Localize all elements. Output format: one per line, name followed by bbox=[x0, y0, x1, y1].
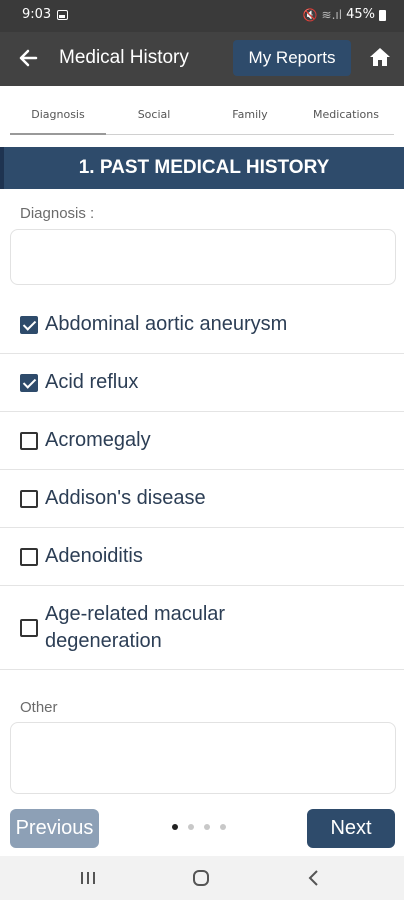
app-bar: Medical History My Reports bbox=[0, 32, 404, 86]
page-dot bbox=[220, 824, 226, 830]
tab-medications[interactable]: Medications bbox=[298, 98, 394, 134]
checklist-item-label: Age-related macular degeneration bbox=[45, 603, 226, 652]
checklist-item-label: Acromegaly bbox=[45, 429, 151, 451]
page-dot-active bbox=[172, 824, 178, 830]
checkbox-checked-icon[interactable] bbox=[20, 374, 38, 392]
checklist-item-acromegaly[interactable]: Acromegaly bbox=[0, 412, 404, 470]
status-icons: 🔇 ≋.ıl 45% bbox=[303, 7, 386, 22]
checkbox-unchecked-icon[interactable] bbox=[20, 619, 38, 637]
page-dot bbox=[204, 824, 210, 830]
battery-icon bbox=[379, 10, 386, 21]
checklist-item-label: Addison's disease bbox=[45, 487, 206, 509]
my-reports-button[interactable]: My Reports bbox=[233, 40, 351, 76]
tab-bar: Diagnosis Social Family Medications bbox=[10, 98, 394, 135]
image-notification-icon bbox=[57, 10, 68, 20]
tab-diagnosis[interactable]: Diagnosis bbox=[10, 98, 106, 135]
checklist-item-acid-reflux[interactable]: Acid reflux bbox=[0, 354, 404, 412]
section-header: 1. PAST MEDICAL HISTORY bbox=[0, 147, 404, 189]
checklist-item-addisons-disease[interactable]: Addison's disease bbox=[0, 470, 404, 528]
checkbox-unchecked-icon[interactable] bbox=[20, 548, 38, 566]
tab-social[interactable]: Social bbox=[106, 98, 202, 134]
next-button[interactable]: Next bbox=[307, 809, 395, 848]
other-label: Other bbox=[20, 699, 58, 716]
back-arrow-icon[interactable] bbox=[16, 44, 40, 72]
diagnosis-label: Diagnosis : bbox=[20, 205, 95, 222]
home-icon[interactable] bbox=[368, 45, 392, 69]
tab-family[interactable]: Family bbox=[202, 98, 298, 134]
checkbox-unchecked-icon[interactable] bbox=[20, 490, 38, 508]
battery-percent: 45% bbox=[346, 7, 375, 22]
checklist-item-label: Acid reflux bbox=[45, 371, 139, 393]
wifi-signal-icon: ≋.ıl bbox=[321, 7, 343, 22]
checklist-item-label: Adenoiditis bbox=[45, 545, 143, 567]
checklist-item-adenoiditis[interactable]: Adenoiditis bbox=[0, 528, 404, 586]
page-indicator bbox=[172, 824, 226, 830]
back-nav-icon[interactable] bbox=[302, 866, 326, 890]
checklist-item-age-related-macular-degeneration[interactable]: Age-related macular degeneration bbox=[0, 586, 404, 670]
mute-icon: 🔇 bbox=[302, 7, 318, 22]
checklist-item-label: Abdominal aortic aneurysm bbox=[45, 313, 288, 335]
system-nav-bar bbox=[0, 856, 404, 900]
page-dot bbox=[188, 824, 194, 830]
diagnosis-input[interactable] bbox=[10, 229, 396, 285]
checkbox-unchecked-icon[interactable] bbox=[20, 432, 38, 450]
previous-button[interactable]: Previous bbox=[10, 809, 99, 848]
status-bar: 9:03 🔇 ≋.ıl 45% bbox=[0, 0, 404, 32]
status-time: 9:03 bbox=[22, 7, 52, 22]
checklist-item-abdominal-aortic-aneurysm[interactable]: Abdominal aortic aneurysm bbox=[0, 296, 404, 354]
home-nav-icon[interactable] bbox=[189, 866, 213, 890]
page-title: Medical History bbox=[59, 47, 189, 68]
other-input[interactable] bbox=[10, 722, 396, 794]
checkbox-checked-icon[interactable] bbox=[20, 316, 38, 334]
recent-apps-icon[interactable] bbox=[76, 866, 100, 890]
